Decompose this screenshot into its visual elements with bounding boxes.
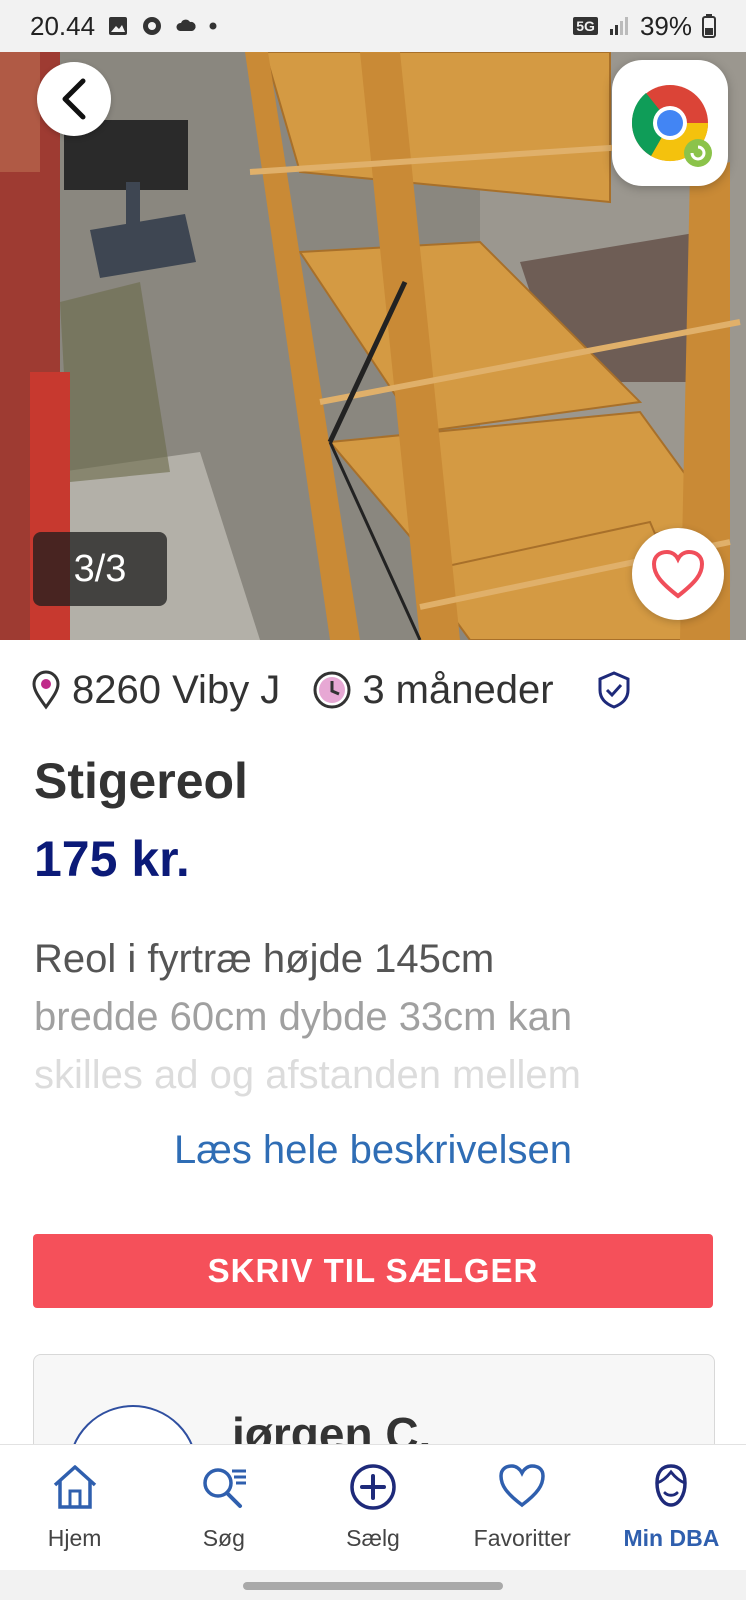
description-line: Reol i fyrtræ højde 145cm xyxy=(34,937,495,981)
status-bar: 20.44 5G 39% xyxy=(0,0,746,52)
listing-price: 175 kr. xyxy=(34,831,190,887)
description-line: skilles ad og afstanden mellem xyxy=(34,1053,581,1097)
nav-home[interactable]: Hjem xyxy=(0,1445,149,1571)
back-button[interactable] xyxy=(37,62,111,136)
nav-sell[interactable]: Sælg xyxy=(298,1445,447,1571)
chevron-left-icon xyxy=(62,78,86,120)
nav-favorites[interactable]: Favoritter xyxy=(448,1445,597,1571)
image-counter: 3/3 xyxy=(33,532,167,606)
clock-icon xyxy=(313,671,351,709)
more-notifications-dot-icon xyxy=(209,22,217,30)
heart-icon xyxy=(499,1464,545,1508)
nav-sell-label: Sælg xyxy=(346,1525,400,1551)
location-text: 8260 Viby J xyxy=(72,667,281,712)
heart-icon xyxy=(651,549,705,599)
cloud-icon xyxy=(176,19,196,31)
nav-min-dba[interactable]: Min DBA xyxy=(597,1445,746,1571)
network-type: 5G xyxy=(573,17,598,35)
contact-seller-button[interactable]: SKRIV TIL SÆLGER xyxy=(33,1234,713,1308)
favorite-button[interactable] xyxy=(632,528,724,620)
home-indicator[interactable] xyxy=(243,1582,503,1590)
profile-icon xyxy=(655,1464,688,1507)
nav-search[interactable]: Søg xyxy=(149,1445,298,1571)
gallery-notification-icon xyxy=(109,17,128,35)
chrome-notification-icon xyxy=(143,17,162,35)
read-full-description-link[interactable]: Læs hele beskrivelsen xyxy=(0,1128,746,1173)
listing-meta: 8260 Viby J 3 måneder xyxy=(30,660,710,720)
signal-icon xyxy=(609,17,628,35)
bottom-navigation: Hjem Søg Sælg Favoritter Min DBA xyxy=(0,1444,746,1571)
description-line: bredde 60cm dybde 33cm kan xyxy=(34,995,573,1039)
listing-description: Reol i fyrtræ højde 145cm bredde 60cm dy… xyxy=(34,930,724,1100)
search-icon xyxy=(203,1468,246,1508)
location: 8260 Viby J xyxy=(30,668,280,713)
nav-search-label: Søg xyxy=(202,1525,245,1551)
listing-age-text: 3 måneder xyxy=(362,667,554,712)
plus-circle-icon xyxy=(350,1464,396,1510)
chrome-icon xyxy=(631,85,712,167)
battery-icon xyxy=(702,14,716,38)
location-pin-icon xyxy=(32,670,60,710)
chrome-bubble[interactable] xyxy=(612,60,728,186)
battery-percent: 39% xyxy=(639,10,692,41)
nav-min-dba-label: Min DBA xyxy=(623,1525,720,1551)
listing-age: 3 måneder xyxy=(312,667,554,713)
nav-home-label: Hjem xyxy=(47,1525,102,1551)
listing-title: Stigereol xyxy=(34,753,248,809)
home-icon xyxy=(53,1465,96,1509)
nav-favorites-label: Favoritter xyxy=(473,1525,571,1551)
shield-check-icon[interactable] xyxy=(596,670,632,710)
status-time: 20.44 xyxy=(30,10,96,41)
